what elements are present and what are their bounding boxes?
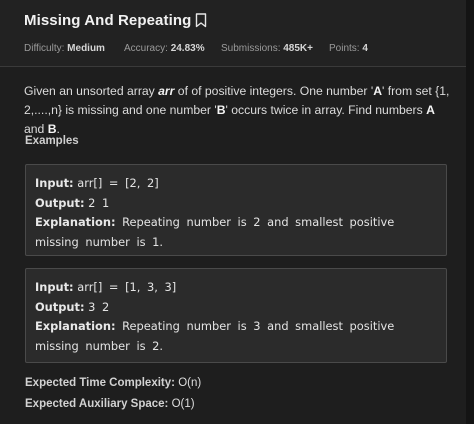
desc-text: and (24, 122, 48, 136)
desc-b: B (216, 103, 226, 117)
example-output: Output: 2 1 (35, 193, 437, 213)
problem-description: Given an unsorted array arr of of positi… (24, 82, 452, 139)
space-complexity-value: O(1) (171, 398, 195, 410)
examples-heading: Examples (25, 135, 79, 147)
accuracy-value: 24.83% (170, 43, 205, 54)
explanation-label: Explanation: (35, 215, 116, 229)
output-value: 3 2 (88, 300, 110, 314)
accuracy-meta: Accuracy: 24.83% (124, 43, 205, 54)
example-explanation: Explanation: Repeating number is 2 and s… (35, 213, 437, 252)
problem-header: Missing And Repeating Difficulty: Medium… (0, 0, 466, 67)
output-label: Output: (35, 300, 85, 314)
example-input: Input: arr[] = [2, 2] (35, 173, 437, 193)
space-complexity-label: Expected Auxiliary Space: (25, 398, 169, 410)
input-value: arr[] = [2, 2] (77, 176, 159, 190)
input-label: Input: (35, 176, 74, 190)
desc-text: Given an unsorted array (24, 84, 159, 98)
accuracy-label: Accuracy: (124, 43, 168, 54)
output-label: Output: (35, 196, 85, 210)
difficulty-meta: Difficulty: Medium (24, 43, 105, 54)
desc-answer-b: B (47, 122, 57, 136)
example-input: Input: arr[] = [1, 3, 3] (35, 277, 437, 297)
time-complexity-label: Expected Time Complexity: (25, 377, 175, 389)
space-complexity: Expected Auxiliary Space: O(1) (25, 398, 195, 410)
example-explanation: Explanation: Repeating number is 3 and s… (35, 317, 437, 356)
input-label: Input: (35, 280, 74, 294)
input-value: arr[] = [1, 3, 3] (77, 280, 177, 294)
example-box: Input: arr[] = [2, 2] Output: 2 1 Explan… (25, 164, 447, 256)
desc-text: . (56, 122, 60, 136)
scrollbar-track[interactable] (466, 0, 474, 424)
bookmark-icon[interactable] (195, 13, 207, 28)
desc-text: ' occurs twice in array. Find numbers (225, 103, 427, 117)
example-output: Output: 3 2 (35, 297, 437, 317)
points-value: 4 (362, 43, 368, 54)
example-box: Input: arr[] = [1, 3, 3] Output: 3 2 Exp… (25, 268, 447, 363)
time-complexity-value: O(n) (178, 377, 202, 389)
points-meta: Points: 4 (329, 43, 368, 54)
output-value: 2 1 (88, 196, 110, 210)
time-complexity: Expected Time Complexity: O(n) (25, 377, 201, 389)
title-row: Missing And Repeating (24, 12, 207, 29)
desc-text: of of positive integers. One number ' (174, 84, 374, 98)
problem-title: Missing And Repeating (24, 12, 192, 29)
points-label: Points: (329, 43, 360, 54)
submissions-meta: Submissions: 485K+ (221, 43, 313, 54)
difficulty-label: Difficulty: (24, 43, 65, 54)
submissions-value: 485K+ (283, 43, 313, 54)
submissions-label: Submissions: (221, 43, 281, 54)
desc-arr: arr (158, 84, 175, 98)
explanation-label: Explanation: (35, 319, 116, 333)
difficulty-value: Medium (67, 43, 105, 54)
desc-a: A (373, 84, 383, 98)
desc-answer-a: A (426, 103, 435, 117)
problem-panel: Missing And Repeating Difficulty: Medium… (0, 0, 466, 424)
